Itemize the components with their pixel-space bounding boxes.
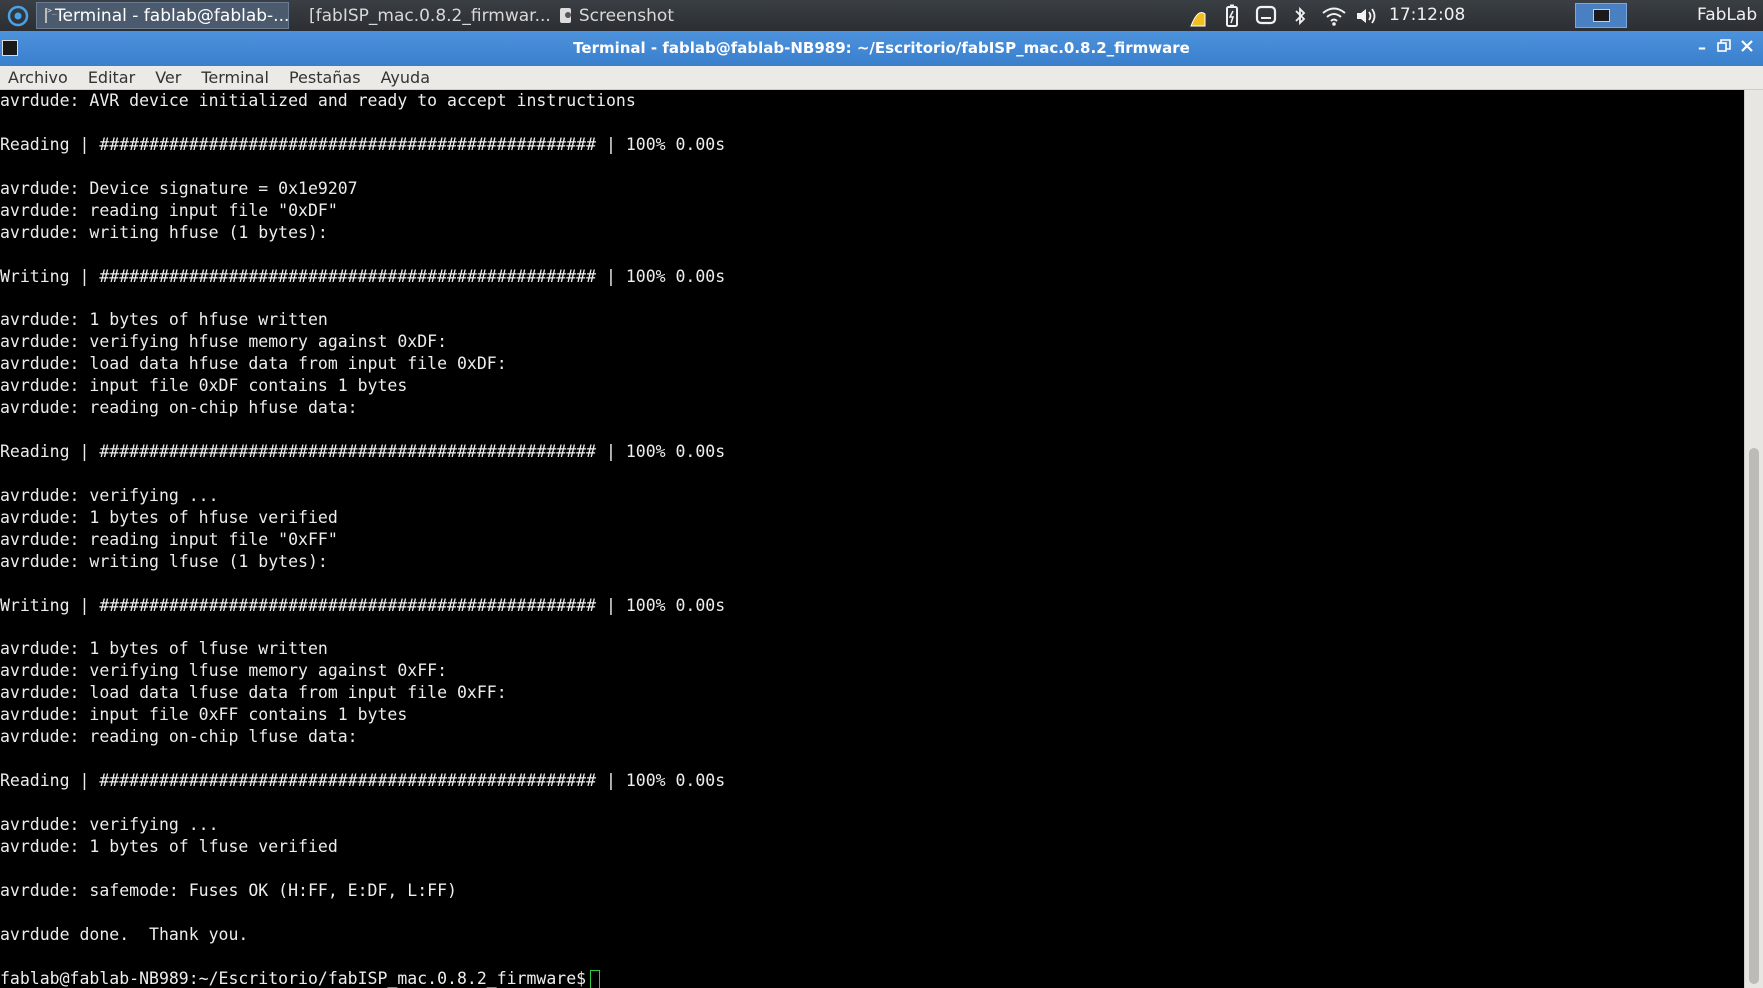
xfce-logo-icon: [7, 5, 29, 26]
terminal-line: Writing | ##############################…: [0, 595, 726, 615]
battery-icon[interactable]: [1219, 3, 1245, 29]
workspace-window-icon: [1592, 9, 1610, 22]
workspace-switcher[interactable]: [1575, 3, 1627, 28]
minimize-button[interactable]: –: [1692, 37, 1712, 59]
terminal-line: avrdude: writing hfuse (1 bytes):: [0, 222, 328, 242]
power-manager-icon[interactable]: [1185, 3, 1211, 29]
menu-terminal[interactable]: Terminal: [201, 68, 269, 87]
taskbar-item-label: [fabISP_mac.0.8.2_firmwar...: [309, 5, 551, 26]
bluetooth-icon[interactable]: [1287, 3, 1313, 29]
terminal-line: avrdude: 1 bytes of lfuse written: [0, 639, 328, 659]
terminal-line: avrdude done. Thank you.: [0, 924, 249, 944]
shell-prompt: fablab@fablab-NB989:~/Escritorio/fabISP_…: [0, 968, 587, 988]
menu-ver[interactable]: Ver: [155, 68, 181, 87]
terminal-prompt-line[interactable]: fablab@fablab-NB989:~/Escritorio/fabISP_…: [0, 968, 1744, 988]
terminal-line: Reading | ##############################…: [0, 771, 726, 791]
terminal-line: avrdude: 1 bytes of lfuse verified: [0, 836, 338, 856]
terminal-line: avrdude: writing lfuse (1 bytes):: [0, 551, 328, 571]
menu-pestanas[interactable]: Pestañas: [289, 68, 361, 87]
taskbar-item-label: Screenshot: [578, 5, 674, 26]
wifi-icon[interactable]: [1321, 3, 1347, 29]
window-title: Terminal - fablab@fablab-NB989: ~/Escrit…: [573, 39, 1190, 57]
terminal-line: avrdude: verifying hfuse memory against …: [0, 332, 448, 352]
terminal-line: avrdude: load data lfuse data from input…: [0, 683, 507, 703]
maximize-button[interactable]: [1714, 37, 1734, 59]
terminal-line: avrdude: reading on-chip lfuse data:: [0, 727, 358, 747]
terminal-line: avrdude: input file 0xFF contains 1 byte…: [0, 705, 408, 725]
terminal-scrollbar[interactable]: [1744, 90, 1763, 988]
terminal-line: Writing | ##############################…: [0, 266, 726, 286]
terminal-line: avrdude: AVR device initialized and read…: [0, 91, 636, 110]
clock[interactable]: 17:12:08: [1389, 0, 1465, 31]
window-titlebar[interactable]: Terminal - fablab@fablab-NB989: ~/Escrit…: [0, 31, 1763, 66]
menu-editar[interactable]: Editar: [88, 68, 135, 87]
top-panel: Terminal - fablab@fablab-... [fabISP_mac…: [0, 0, 1763, 31]
terminal-line: avrdude: reading input file "0xFF": [0, 529, 338, 549]
volume-icon[interactable]: [1355, 3, 1381, 29]
terminal-icon: [45, 6, 57, 23]
terminal-line: avrdude: reading input file "0xDF": [0, 200, 338, 220]
terminal-line: avrdude: verifying lfuse memory against …: [0, 661, 448, 681]
taskbar-item-screenshot[interactable]: Screenshot: [552, 2, 682, 29]
display-icon[interactable]: [1253, 3, 1279, 29]
menu-bar: Archivo Editar Ver Terminal Pestañas Ayu…: [0, 66, 1763, 90]
terminal-line: avrdude: 1 bytes of hfuse verified: [0, 507, 338, 527]
screenshot-icon: [560, 8, 571, 23]
menu-archivo[interactable]: Archivo: [8, 68, 68, 87]
scrollbar-thumb[interactable]: [1749, 448, 1759, 984]
system-tray: [1185, 0, 1389, 31]
terminal-line: avrdude: input file 0xDF contains 1 byte…: [0, 376, 408, 396]
terminal-line: avrdude: verifying ...: [0, 485, 219, 505]
terminal-line: avrdude: safemode: Fuses OK (H:FF, E:DF,…: [0, 880, 457, 900]
taskbar-item-terminal[interactable]: Terminal - fablab@fablab-...: [36, 2, 289, 29]
terminal-line: avrdude: verifying ...: [0, 814, 219, 834]
taskbar-item-file-manager[interactable]: [fabISP_mac.0.8.2_firmwar...: [293, 2, 551, 29]
close-button[interactable]: [1737, 37, 1757, 59]
taskbar-item-label: Terminal - fablab@fablab-...: [55, 5, 290, 26]
app-menu-button[interactable]: [0, 0, 36, 31]
terminal-line: Reading | ##############################…: [0, 134, 726, 154]
close-icon: [1741, 40, 1753, 52]
terminal-output[interactable]: avrdude: AVR device initialized and read…: [0, 90, 1744, 988]
terminal-line: avrdude: reading on-chip hfuse data:: [0, 398, 358, 418]
terminal-line: avrdude: Device signature = 0x1e9207: [0, 178, 358, 198]
restore-icon: [1717, 39, 1731, 52]
menu-ayuda[interactable]: Ayuda: [381, 68, 430, 87]
text-cursor: [590, 969, 601, 988]
terminal-line: avrdude: 1 bytes of hfuse written: [0, 310, 328, 330]
user-menu[interactable]: FabLab: [1697, 0, 1757, 31]
terminal-line: Reading | ##############################…: [0, 442, 726, 461]
terminal-line: avrdude: load data hfuse data from input…: [0, 354, 507, 374]
